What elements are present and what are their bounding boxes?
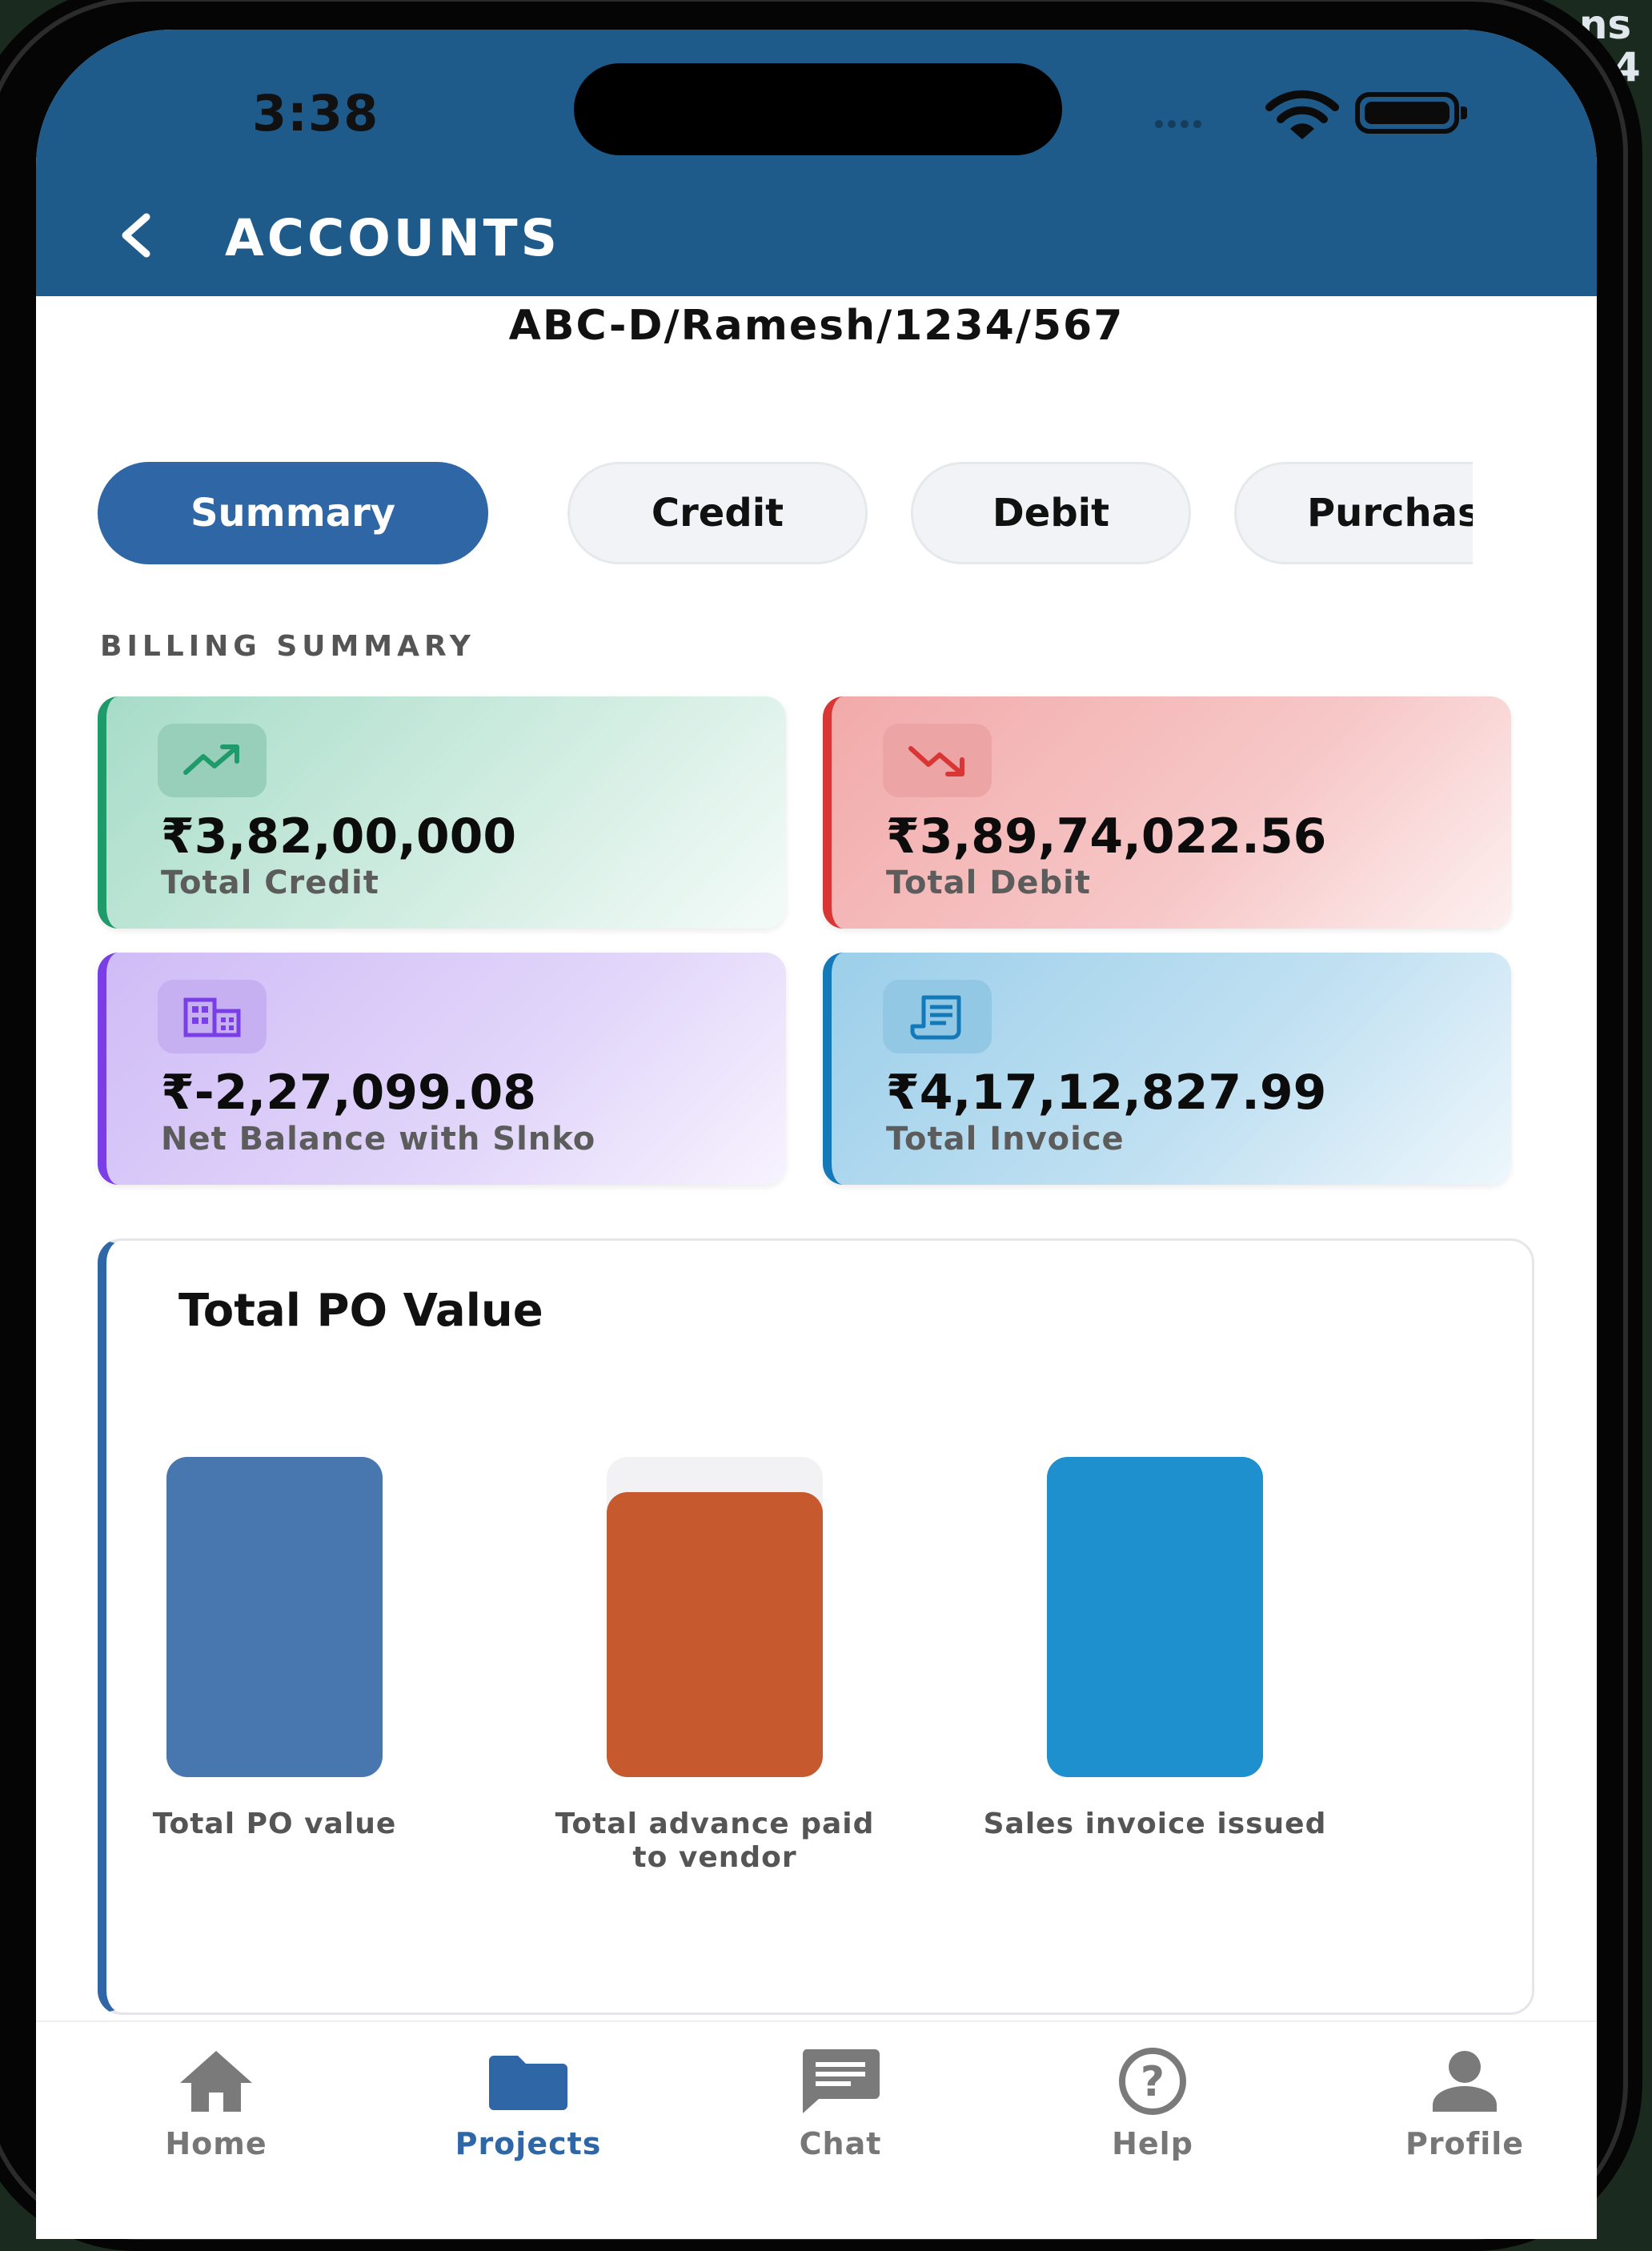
total-invoice-label: Total Invoice <box>886 1121 1125 1158</box>
billing-summary-heading: BILLING SUMMARY <box>100 630 475 663</box>
tab-credit[interactable]: Credit <box>567 462 868 564</box>
x-tick-label: Total PO value <box>153 1808 397 1840</box>
bar-1[interactable] <box>607 1492 823 1777</box>
chat-icon <box>802 2049 880 2113</box>
home-icon <box>180 2051 252 2112</box>
total-credit-card[interactable]: ₹3,82,00,000 Total Credit <box>98 696 786 929</box>
app-header: 3:38 ACCOUNTS <box>36 30 1597 296</box>
tab-purchase-order[interactable]: Purchase Order <box>1234 462 1473 564</box>
cellular-signal-icon <box>1155 118 1206 132</box>
x-tick-label: to vendor <box>632 1841 796 1874</box>
dynamic-island <box>574 63 1062 155</box>
help-icon: ? <box>1119 2048 1186 2115</box>
status-time: 3:38 <box>252 84 379 142</box>
po-value-bar-chart: Total PO value Total advance paidto vendo… <box>153 1457 1327 1874</box>
nav-home-label: Home <box>165 2126 267 2161</box>
nav-help-label: Help <box>1112 2126 1193 2161</box>
nav-chat[interactable]: Chat <box>684 2022 996 2190</box>
nav-projects[interactable]: Projects <box>372 2022 684 2190</box>
tab-summary[interactable]: Summary <box>98 462 488 564</box>
total-invoice-card[interactable]: ₹4,17,12,827.99 Total Invoice <box>823 953 1511 1185</box>
total-debit-label: Total Debit <box>886 865 1091 901</box>
folder-icon <box>489 2056 567 2110</box>
bar-0[interactable] <box>166 1457 383 1777</box>
total-invoice-value: ₹4,17,12,827.99 <box>886 1065 1327 1121</box>
po-value-chart-card: Total PO Value Total PO value Total advan… <box>98 1238 1534 2015</box>
app-screen: 3:38 ACCOUNTS ABC-D/Ramesh/1234/567 Summ… <box>36 30 1597 2239</box>
nav-profile[interactable]: Profile <box>1309 2022 1597 2190</box>
nav-home[interactable]: Home <box>60 2022 372 2190</box>
bar-2[interactable] <box>1047 1457 1263 1777</box>
trending-down-icon <box>883 724 992 797</box>
trending-up-icon <box>158 724 267 797</box>
nav-help[interactable]: ? Help <box>996 2022 1309 2190</box>
bottom-navigation: Home Projects Chat ? Help Profile <box>36 2020 1597 2239</box>
receipt-icon <box>883 980 992 1053</box>
back-arrow-icon[interactable] <box>108 207 164 263</box>
x-tick-label: Sales invoice issued <box>984 1808 1327 1840</box>
project-id: ABC-D/Ramesh/1234/567 <box>508 302 1125 350</box>
nav-chat-label: Chat <box>799 2126 882 2161</box>
nav-projects-label: Projects <box>455 2126 602 2161</box>
tab-bar: Summary Credit Debit Purchase Order <box>98 462 1473 566</box>
net-balance-value: ₹-2,27,099.08 <box>161 1065 537 1121</box>
page-title: ACCOUNTS <box>225 209 561 267</box>
wifi-icon <box>1265 90 1339 139</box>
total-credit-value: ₹3,82,00,000 <box>161 809 517 865</box>
svg-text:?: ? <box>1141 2058 1165 2106</box>
total-debit-card[interactable]: ₹3,89,74,022.56 Total Debit <box>823 696 1511 929</box>
profile-icon <box>1433 2051 1497 2112</box>
nav-profile-label: Profile <box>1405 2126 1525 2161</box>
net-balance-card[interactable]: ₹-2,27,099.08 Net Balance with Slnko <box>98 953 786 1185</box>
tab-debit[interactable]: Debit <box>911 462 1191 564</box>
battery-icon <box>1355 92 1467 134</box>
total-debit-value: ₹3,89,74,022.56 <box>886 809 1327 865</box>
building-icon <box>158 980 267 1053</box>
net-balance-label: Net Balance with Slnko <box>161 1121 596 1158</box>
x-tick-label: Total advance paid <box>555 1808 875 1840</box>
total-credit-label: Total Credit <box>161 865 379 901</box>
